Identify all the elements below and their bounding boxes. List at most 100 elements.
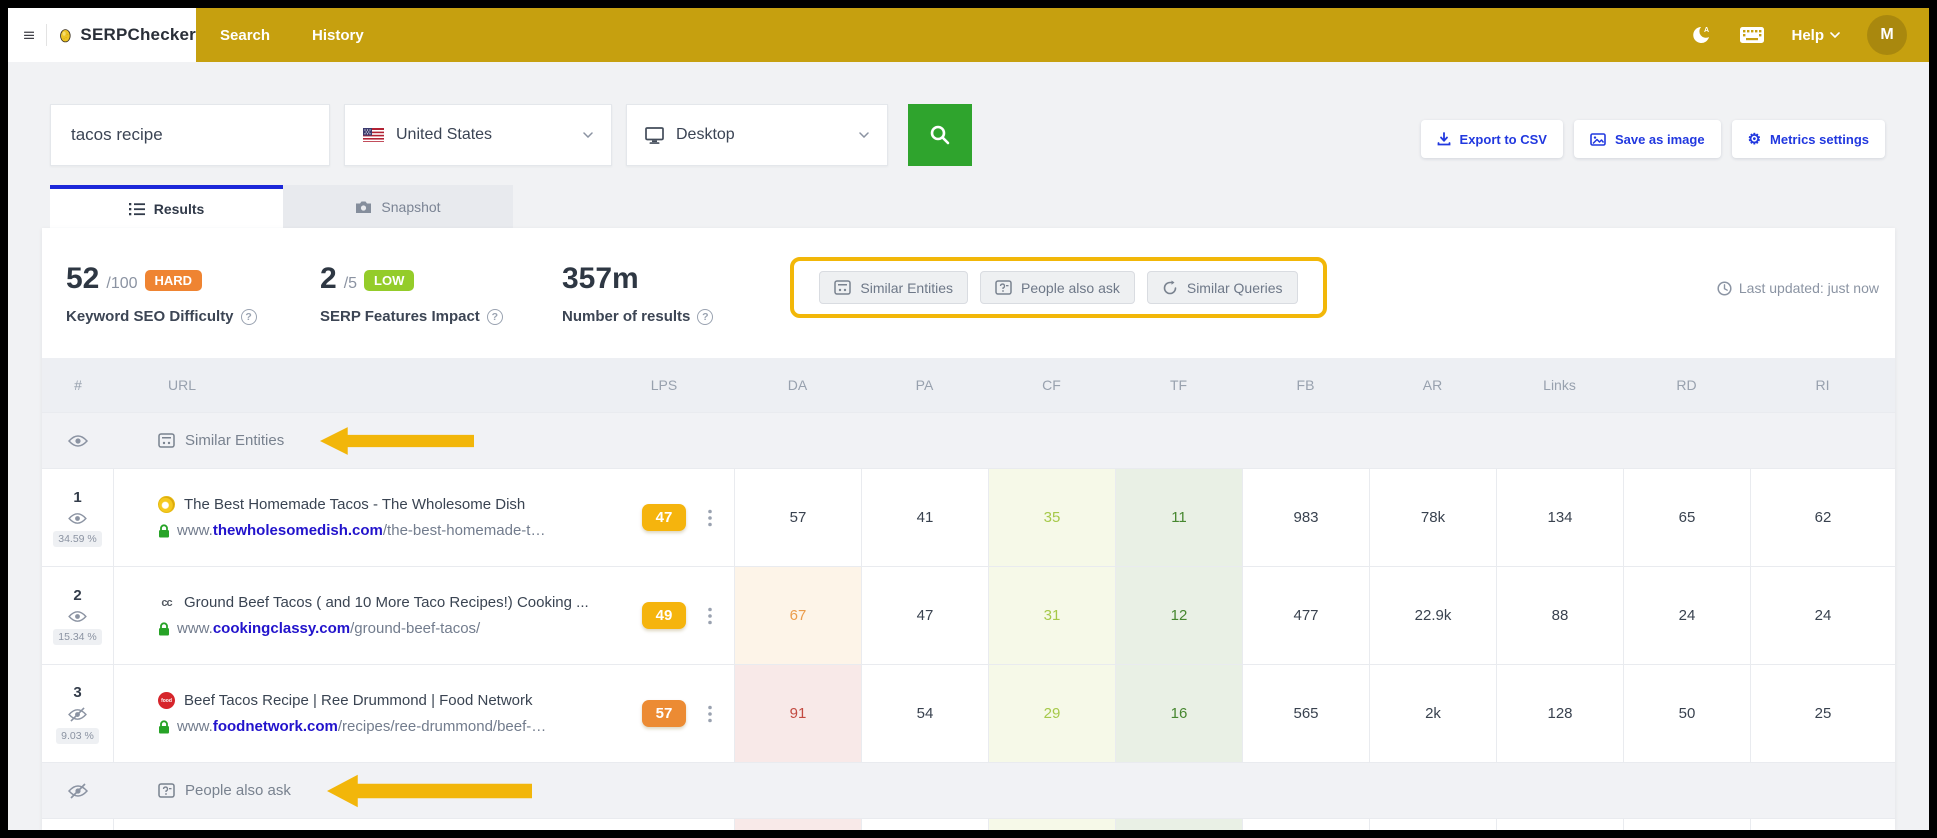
user-avatar[interactable]: M <box>1867 15 1907 55</box>
dark-mode-icon[interactable]: A <box>1691 25 1713 45</box>
tab-snapshot-label: Snapshot <box>381 198 441 215</box>
cf-cell <box>988 819 1115 830</box>
people-also-ask-icon <box>158 783 175 798</box>
export-csv-label: Export to CSV <box>1459 131 1547 147</box>
col-ar: AR <box>1422 377 1443 393</box>
eye-icon[interactable] <box>68 512 87 525</box>
last-updated-text: Last updated: just now <box>1738 280 1879 296</box>
rank: 2 <box>73 586 82 604</box>
result-url-link[interactable]: www.thewholesomedish.com/the-best-homema… <box>158 522 545 539</box>
favicon: food <box>158 692 175 709</box>
pa-value: 47 <box>861 567 988 664</box>
similar-entities-icon <box>834 280 852 295</box>
ctr-badge: 34.59 % <box>53 530 102 547</box>
menu-icon[interactable] <box>24 28 35 43</box>
help-icon[interactable]: ? <box>486 308 503 325</box>
us-flag-icon <box>363 128 384 142</box>
kebab-menu-icon[interactable] <box>708 705 712 722</box>
keyword-input[interactable] <box>50 104 330 166</box>
list-icon <box>128 202 145 215</box>
help-menu[interactable]: Help <box>1791 27 1840 44</box>
download-icon <box>1437 132 1450 146</box>
metrics-settings-button[interactable]: ⚙ Metrics settings <box>1731 120 1885 158</box>
links-value: 134 <box>1496 469 1623 566</box>
lps-badge: 47 <box>642 504 686 531</box>
save-image-button[interactable]: Save as image <box>1573 120 1721 158</box>
result-title-link[interactable]: Beef Tacos Recipe | Ree Drummond | Food … <box>184 692 533 709</box>
eye-off-icon[interactable] <box>68 782 88 799</box>
device-select[interactable]: Desktop <box>626 104 888 166</box>
people-also-ask-label: People also ask <box>1021 279 1120 296</box>
results-count-label: Number of results <box>562 308 691 325</box>
search-button[interactable] <box>908 104 972 166</box>
col-rank: # <box>74 377 82 393</box>
feature-row-people-also-ask: People also ask <box>42 762 1895 818</box>
tab-snapshot[interactable]: Snapshot <box>283 185 513 228</box>
pa-value: 41 <box>861 469 988 566</box>
result-url-link[interactable]: www.cookingclassy.com/ground-beef-tacos/ <box>158 620 480 637</box>
export-csv-button[interactable]: Export to CSV <box>1420 120 1563 158</box>
features-label: SERP Features Impact <box>320 308 480 325</box>
result-title-link[interactable]: Ground Beef Tacos ( and 10 More Taco Rec… <box>184 594 589 611</box>
annotation-arrow-left <box>320 426 475 455</box>
ri-value: 25 <box>1750 665 1895 762</box>
rank: 4 <box>73 828 81 830</box>
search-icon <box>930 125 950 145</box>
ctr-badge: 9.03 % <box>56 727 99 744</box>
serp-features-stat: 2 /5 LOW SERP Features Impact ? <box>320 262 503 325</box>
lps-badge: 57 <box>642 700 686 727</box>
eye-off-icon[interactable] <box>68 706 87 722</box>
eye-icon[interactable] <box>68 610 87 623</box>
kebab-menu-icon[interactable] <box>708 509 712 526</box>
result-row-2: 2 15.34 % cc Ground Beef Tacos ( and 10 … <box>42 566 1895 664</box>
lock-icon <box>159 719 169 733</box>
col-rd: RD <box>1676 377 1697 393</box>
last-updated: Last updated: just now <box>1717 280 1879 296</box>
ctr-badge: 15.34 % <box>53 628 102 645</box>
nav-item-search[interactable]: Search <box>220 27 270 44</box>
camera-icon <box>356 201 372 213</box>
similar-queries-label: Similar Queries <box>1186 279 1283 296</box>
result-row-1: 1 34.59 % The Best Homemade Tacos - The … <box>42 468 1895 566</box>
result-url-link[interactable]: www.foodnetwork.com/recipes/ree-drummond… <box>158 718 546 735</box>
similar-entities-label: Similar Entities <box>860 279 954 296</box>
ar-value: 22.9k <box>1369 567 1496 664</box>
da-cell <box>734 819 861 830</box>
similar-queries-icon <box>1163 280 1177 294</box>
location-select[interactable]: United States <box>344 104 612 166</box>
result-row-3: 3 9.03 % food Beef Tacos Recipe | Ree Dr… <box>42 664 1895 762</box>
feature-row-label: Similar Entities <box>185 432 285 449</box>
da-value: 67 <box>734 567 861 664</box>
similar-entities-filter-button[interactable]: Similar Entities <box>819 271 969 304</box>
help-icon[interactable]: ? <box>697 308 714 325</box>
gear-icon: ⚙ <box>1747 130 1762 148</box>
annotation-arrow-left <box>326 774 532 807</box>
metrics-settings-label: Metrics settings <box>1770 131 1869 147</box>
kebab-menu-icon[interactable] <box>708 607 712 624</box>
difficulty-label: Keyword SEO Difficulty <box>66 308 234 325</box>
top-navbar: SERPChecker Search History A Help M <box>8 8 1929 62</box>
table-header: # URL LPS DA PA CF TF FB AR Links RD RI <box>42 358 1895 412</box>
results-panel: 52 /100 HARD Keyword SEO Difficulty ? 2 … <box>42 228 1895 830</box>
help-icon[interactable]: ? <box>240 308 257 325</box>
ri-value: 62 <box>1750 469 1895 566</box>
similar-entities-icon <box>158 433 175 448</box>
difficulty-badge: HARD <box>144 270 203 291</box>
result-title-link[interactable]: The Best Homemade Tacos - The Wholesome … <box>184 496 525 513</box>
tf-value: 11 <box>1115 469 1242 566</box>
tab-results[interactable]: Results <box>50 185 283 228</box>
cf-value: 29 <box>988 665 1115 762</box>
keyboard-shortcuts-icon[interactable] <box>1740 27 1765 43</box>
primary-nav: Search History <box>196 8 364 62</box>
similar-queries-filter-button[interactable]: Similar Queries <box>1146 271 1298 304</box>
cf-value: 35 <box>988 469 1115 566</box>
eye-icon[interactable] <box>68 434 88 448</box>
nav-item-history[interactable]: History <box>312 27 364 44</box>
fb-value: 477 <box>1242 567 1369 664</box>
serp-features-highlight-box: Similar Entities People also ask Similar… <box>790 257 1327 318</box>
people-also-ask-filter-button[interactable]: People also ask <box>980 271 1135 304</box>
serpchecker-app: SERPChecker Search History A Help M taco… <box>8 8 1929 830</box>
location-value: United States <box>396 126 493 143</box>
navbar-right: A Help M <box>1691 8 1929 62</box>
results-count-stat: 357m Number of results ? <box>562 262 714 325</box>
